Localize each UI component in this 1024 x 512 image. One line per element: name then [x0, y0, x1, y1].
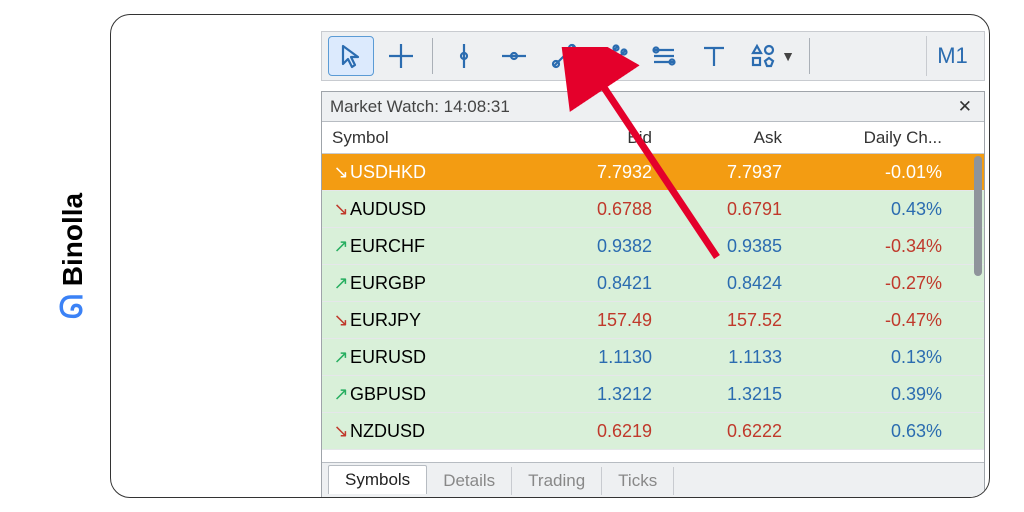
trend-down-icon: ↘ — [332, 310, 350, 331]
brand-name: Binolla — [57, 193, 89, 286]
table-row[interactable]: ↗ EURGBP 0.84210.8424-0.27% — [322, 265, 984, 302]
tab-ticks[interactable]: Ticks — [602, 467, 674, 495]
header-change[interactable]: Daily Ch... — [792, 122, 952, 153]
shapes-icon — [747, 40, 779, 72]
table-row[interactable]: ↗ EURUSD 1.11301.11330.13% — [322, 339, 984, 376]
header-ask[interactable]: Ask — [662, 122, 792, 153]
ask-cell: 7.7937 — [662, 154, 792, 190]
fibonacci-icon — [648, 40, 680, 72]
symbol-cell: EURUSD — [350, 347, 426, 368]
table-row[interactable]: ↘ USDHKD 7.79327.7937-0.01% — [322, 154, 984, 191]
change-cell: 0.63% — [792, 413, 952, 449]
table-row[interactable]: ↘ AUDUSD 0.67880.67910.43% — [322, 191, 984, 228]
header-bid[interactable]: Bid — [532, 122, 662, 153]
trend-up-icon: ↗ — [332, 236, 350, 257]
trendline-tool-button[interactable] — [541, 36, 587, 76]
separator — [432, 38, 433, 74]
change-cell: -0.47% — [792, 302, 952, 338]
change-cell: 0.13% — [792, 339, 952, 375]
ask-cell: 1.3215 — [662, 376, 792, 412]
table-row[interactable]: ↗ GBPUSD 1.32121.32150.39% — [322, 376, 984, 413]
brand-logo-block: ᘏ Binolla — [56, 193, 90, 319]
market-watch-panel: Market Watch: 14:08:31 ✕ Symbol Bid Ask … — [321, 91, 985, 498]
close-button[interactable]: ✕ — [954, 97, 976, 117]
bid-cell: 1.1130 — [532, 339, 662, 375]
ask-cell: 0.6222 — [662, 413, 792, 449]
symbol-cell: EURJPY — [350, 310, 421, 331]
chevron-down-icon: ▼ — [781, 48, 795, 64]
vertical-line-icon — [448, 40, 480, 72]
text-icon — [698, 40, 730, 72]
brand-logo-icon: ᘏ — [56, 294, 90, 319]
vertical-line-tool-button[interactable] — [441, 36, 487, 76]
header-symbol[interactable]: Symbol — [322, 122, 532, 153]
bid-cell: 0.6788 — [532, 191, 662, 227]
horizontal-line-icon — [498, 40, 530, 72]
trendline-icon — [548, 40, 580, 72]
bid-cell: 157.49 — [532, 302, 662, 338]
tab-symbols[interactable]: Symbols — [328, 465, 427, 494]
ask-cell: 0.6791 — [662, 191, 792, 227]
trend-up-icon: ↗ — [332, 347, 350, 368]
trend-up-icon: ↗ — [332, 384, 350, 405]
symbol-cell: EURCHF — [350, 236, 425, 257]
horizontal-line-tool-button[interactable] — [491, 36, 537, 76]
symbol-cell: USDHKD — [350, 162, 426, 183]
drawing-toolbar: ▼ M1 — [321, 31, 985, 81]
bid-cell: 7.7932 — [532, 154, 662, 190]
app-window: ▼ M1 Market Watch: 14:08:31 ✕ Symbol Bid… — [110, 14, 990, 498]
change-cell: 0.39% — [792, 376, 952, 412]
channel-icon — [598, 40, 630, 72]
symbol-cell: AUDUSD — [350, 199, 426, 220]
trend-down-icon: ↘ — [332, 421, 350, 442]
panel-title-text: Market Watch: 14:08:31 — [330, 97, 510, 117]
panel-titlebar: Market Watch: 14:08:31 ✕ — [322, 92, 984, 122]
change-cell: -0.01% — [792, 154, 952, 190]
trend-down-icon: ↘ — [332, 199, 350, 220]
table-row[interactable]: ↗ EURCHF 0.93820.9385-0.34% — [322, 228, 984, 265]
symbol-cell: GBPUSD — [350, 384, 426, 405]
bid-cell: 0.6219 — [532, 413, 662, 449]
bid-cell: 0.9382 — [532, 228, 662, 264]
trend-up-icon: ↗ — [332, 273, 350, 294]
table-body: ↘ USDHKD 7.79327.7937-0.01% ↘ AUDUSD 0.6788… — [322, 154, 984, 462]
bid-cell: 0.8421 — [532, 265, 662, 301]
ask-cell: 157.52 — [662, 302, 792, 338]
table-row[interactable]: ↘ NZDUSD 0.62190.62220.63% — [322, 413, 984, 450]
trend-down-icon: ↘ — [332, 162, 350, 183]
timeframe-button[interactable]: M1 — [926, 36, 978, 76]
cursor-icon — [335, 40, 367, 72]
ask-cell: 0.9385 — [662, 228, 792, 264]
channel-tool-button[interactable] — [591, 36, 637, 76]
bid-cell: 1.3212 — [532, 376, 662, 412]
table-row[interactable]: ↘ EURJPY 157.49157.52-0.47% — [322, 302, 984, 339]
separator — [809, 38, 810, 74]
crosshair-tool-button[interactable] — [378, 36, 424, 76]
fibonacci-tool-button[interactable] — [641, 36, 687, 76]
tab-trading[interactable]: Trading — [512, 467, 602, 495]
crosshair-icon — [385, 40, 417, 72]
change-cell: 0.43% — [792, 191, 952, 227]
ask-cell: 0.8424 — [662, 265, 792, 301]
panel-tabs: SymbolsDetailsTradingTicks — [322, 462, 984, 498]
text-tool-button[interactable] — [691, 36, 737, 76]
scrollbar-thumb[interactable] — [974, 156, 982, 276]
tab-details[interactable]: Details — [427, 467, 512, 495]
ask-cell: 1.1133 — [662, 339, 792, 375]
cursor-tool-button[interactable] — [328, 36, 374, 76]
change-cell: -0.27% — [792, 265, 952, 301]
change-cell: -0.34% — [792, 228, 952, 264]
symbol-cell: NZDUSD — [350, 421, 425, 442]
shapes-tool-button[interactable]: ▼ — [741, 36, 801, 76]
symbol-cell: EURGBP — [350, 273, 426, 294]
table-header: Symbol Bid Ask Daily Ch... — [322, 122, 984, 154]
